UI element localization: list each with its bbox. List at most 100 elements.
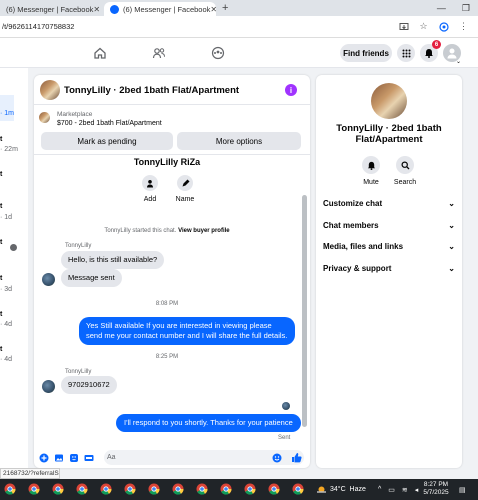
customize-chat-section[interactable]: Customize chat ⌄ xyxy=(323,199,455,208)
extension-icon[interactable] xyxy=(438,21,449,32)
sender-avatar[interactable] xyxy=(42,380,55,393)
sticker-icon[interactable] xyxy=(69,453,79,463)
taskbar: 34°C Haze ^ ▭ ≋ ◂ 8:27 PM 5/7/2025 ▤ xyxy=(0,479,478,500)
composer-bar: Aa xyxy=(34,447,310,468)
chat-list-item[interactable]: t xyxy=(0,203,2,210)
chat-list-item[interactable]: t xyxy=(0,346,2,353)
wifi-icon[interactable]: ≋ xyxy=(402,486,408,494)
browser-tab[interactable]: (6) Messenger | Facebook ✕ xyxy=(0,2,104,16)
close-tab-icon[interactable]: ✕ xyxy=(93,5,100,14)
add-label: Add xyxy=(143,196,157,203)
home-icon[interactable] xyxy=(91,44,109,62)
account-chevron-down-icon[interactable]: ⌄ xyxy=(456,58,461,65)
chrome-icon[interactable] xyxy=(52,483,64,495)
mute-label: Mute xyxy=(363,179,379,186)
chrome-icon[interactable] xyxy=(292,483,304,495)
gif-icon[interactable] xyxy=(84,453,94,463)
chrome-icon[interactable] xyxy=(148,483,160,495)
thumbs-up-icon[interactable] xyxy=(291,452,302,463)
chat-list-item[interactable]: t xyxy=(0,171,2,178)
image-attach-icon[interactable] xyxy=(54,453,64,463)
add-person-icon xyxy=(142,175,158,191)
sender-avatar[interactable] xyxy=(42,273,55,286)
details-avatar[interactable] xyxy=(371,83,407,119)
name-action[interactable]: Name xyxy=(170,175,200,203)
search-label: Search xyxy=(393,179,417,186)
facebook-favicon-icon xyxy=(110,4,119,14)
chat-list-item[interactable]: t xyxy=(0,136,2,143)
incoming-message[interactable]: Message sent xyxy=(61,269,122,287)
chrome-icon[interactable] xyxy=(4,483,16,495)
network-icon[interactable]: ▭ xyxy=(388,486,395,494)
groups-icon[interactable] xyxy=(209,44,227,62)
chrome-icon[interactable] xyxy=(244,483,256,495)
expand-tray-icon[interactable]: ^ xyxy=(378,486,381,493)
mute-action[interactable]: Mute xyxy=(356,156,386,186)
chrome-icon[interactable] xyxy=(28,483,40,495)
find-friends-button[interactable]: Find friends xyxy=(340,44,392,62)
system-clock[interactable]: 8:27 PM 5/7/2025 xyxy=(421,481,451,497)
outgoing-message[interactable]: I'll respond to you shortly. Thanks for … xyxy=(116,414,301,432)
tab-title: (6) Messenger | Facebook xyxy=(6,4,94,14)
chat-list-item[interactable] xyxy=(0,96,2,103)
chevron-down-icon: ⌄ xyxy=(448,264,455,273)
search-action[interactable]: Search xyxy=(390,156,420,186)
new-tab-icon[interactable]: + xyxy=(222,2,228,14)
add-action[interactable]: Add xyxy=(135,175,165,203)
chrome-icon[interactable] xyxy=(268,483,280,495)
chat-started-notice: TonnyLilly started this chat. View buyer… xyxy=(104,228,230,234)
chrome-icon[interactable] xyxy=(124,483,136,495)
chrome-icon[interactable] xyxy=(100,483,112,495)
view-buyer-profile-link[interactable]: View buyer profile xyxy=(178,228,230,234)
browser-menu-icon[interactable]: ⋮ xyxy=(458,21,469,32)
notification-center-icon[interactable]: ▤ xyxy=(459,479,466,500)
restore-icon[interactable]: ❐ xyxy=(462,3,470,14)
chat-list-item[interactable]: t xyxy=(0,275,2,282)
seen-avatar xyxy=(282,402,290,410)
message-scrollbar[interactable] xyxy=(302,155,307,442)
timestamp: 8:25 PM xyxy=(155,354,179,360)
menu-grid-icon[interactable] xyxy=(397,44,415,62)
sent-status: Sent xyxy=(278,435,291,441)
volume-icon[interactable]: ◂ xyxy=(415,486,419,494)
notification-count-badge: 6 xyxy=(432,40,441,49)
chat-title[interactable]: TonnyLilly · 2bed 1bath Flat/Apartment xyxy=(64,85,239,96)
info-icon[interactable]: i xyxy=(285,84,297,96)
marketplace-banner: Marketplace $700 - 2bed 1bath Flat/Apart… xyxy=(34,105,310,155)
chrome-icon[interactable] xyxy=(196,483,208,495)
chat-list-item[interactable]: t xyxy=(0,239,2,246)
weather-sun-icon[interactable] xyxy=(316,484,327,495)
incoming-message[interactable]: Hello, is this still available? xyxy=(61,251,165,269)
chat-list-item[interactable]: t xyxy=(0,311,2,318)
install-app-icon[interactable] xyxy=(398,21,409,32)
bell-icon xyxy=(362,156,380,174)
weather-widget[interactable]: 34°C Haze xyxy=(330,479,366,500)
browser-tab-active[interactable]: (6) Messenger | Facebook ✕ xyxy=(104,2,216,16)
listing-avatar[interactable] xyxy=(40,80,60,100)
listing-title[interactable]: $700 - 2bed 1bath Flat/Apartment xyxy=(57,120,162,127)
chat-members-section[interactable]: Chat members ⌄ xyxy=(323,221,455,230)
privacy-support-section[interactable]: Privacy & support ⌄ xyxy=(323,264,455,273)
chat-details-panel: TonnyLilly · 2bed 1bath Flat/Apartment M… xyxy=(316,75,462,468)
minimize-icon[interactable]: — xyxy=(437,3,446,14)
bookmark-star-icon[interactable]: ☆ xyxy=(418,21,429,32)
incoming-message[interactable]: 9702910672 xyxy=(61,376,117,394)
chrome-icon[interactable] xyxy=(76,483,88,495)
media-files-links-section[interactable]: Media, files and links ⌄ xyxy=(323,242,455,251)
outgoing-message[interactable]: Yes Still available If you are intereste… xyxy=(79,317,295,345)
chrome-icon[interactable] xyxy=(172,483,184,495)
chrome-icon[interactable] xyxy=(220,483,232,495)
close-tab-icon[interactable]: ✕ xyxy=(210,5,216,14)
friends-icon[interactable] xyxy=(150,44,168,62)
details-title: TonnyLilly · 2bed 1bath Flat/Apartment xyxy=(336,123,442,145)
scrollbar-thumb[interactable] xyxy=(302,195,307,427)
plus-circle-icon[interactable] xyxy=(39,453,49,463)
weather-condition: Haze xyxy=(349,486,366,493)
url-field[interactable]: /t/9626114170758832 xyxy=(0,22,398,31)
listing-thumbnail[interactable] xyxy=(39,112,50,123)
more-options-button[interactable]: More options xyxy=(177,132,301,150)
mark-as-pending-button[interactable]: Mark as pending xyxy=(41,132,173,150)
emoji-icon[interactable] xyxy=(272,453,282,463)
window-controls: — ❐ xyxy=(437,3,478,14)
chat-list-time: · 22m xyxy=(0,146,18,153)
